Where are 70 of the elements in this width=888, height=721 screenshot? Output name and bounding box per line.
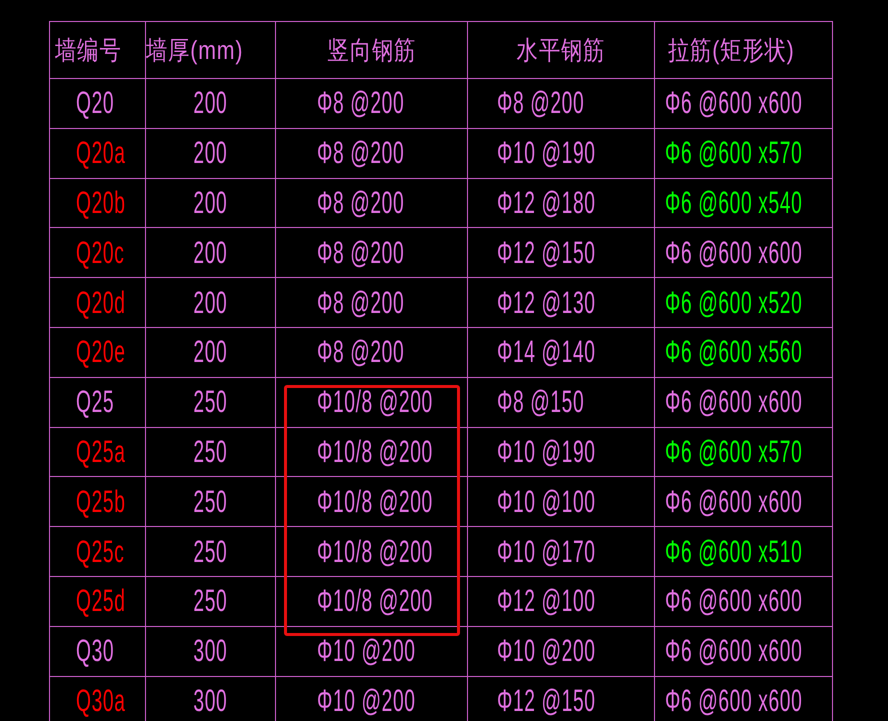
horizontal-rebar: Φ10 @200 (497, 633, 596, 670)
vertical-rebar: Φ8 @200 (317, 135, 404, 172)
wall-id: Q25d (76, 583, 126, 620)
wall-id: Q20b (76, 184, 126, 221)
vertical-rebar: Φ8 @200 (317, 334, 404, 370)
vertical-rebar: Φ10/8 @200 (317, 534, 433, 570)
vertical-rebar: Φ10/8 @200 (317, 583, 433, 620)
wall-id: Q30a (76, 682, 126, 719)
tie-rebar: Φ6 @600 x570 (665, 135, 802, 172)
wall-thickness: 200 (194, 135, 228, 172)
horizontal-rebar: Φ12 @180 (497, 184, 596, 221)
horizontal-rebar: Φ14 @140 (497, 334, 596, 370)
wall-thickness: 250 (194, 484, 228, 520)
wall-thickness: 250 (194, 384, 228, 420)
tie-rebar: Φ6 @600 x600 (665, 583, 802, 620)
horizontal-rebar: Φ8 @150 (497, 384, 584, 420)
horizontal-rebar: Φ12 @150 (497, 682, 596, 719)
horizontal-rebar: Φ12 @130 (497, 284, 596, 321)
wall-thickness: 200 (194, 184, 228, 221)
column-header: 拉筋(矩形状) (668, 34, 795, 66)
tie-rebar: Φ6 @600 x510 (665, 534, 802, 570)
vertical-rebar: Φ8 @200 (317, 284, 404, 321)
tie-rebar: Φ6 @600 x600 (665, 682, 802, 719)
vertical-rebar: Φ10/8 @200 (317, 434, 433, 470)
wall-thickness: 250 (194, 583, 228, 620)
vertical-rebar: Φ10 @200 (317, 633, 416, 670)
column-header: 墙编号 (55, 34, 122, 66)
wall-id: Q20d (76, 284, 126, 321)
wall-thickness: 200 (194, 234, 228, 271)
wall-id: Q20 (76, 85, 114, 122)
horizontal-rebar: Φ8 @200 (497, 85, 584, 122)
wall-thickness: 300 (194, 682, 228, 719)
vertical-rebar: Φ10/8 @200 (317, 384, 433, 420)
vertical-rebar: Φ8 @200 (317, 85, 404, 122)
tie-rebar: Φ6 @600 x600 (665, 633, 802, 670)
horizontal-rebar: Φ10 @100 (497, 484, 596, 520)
tie-rebar: Φ6 @600 x570 (665, 434, 802, 470)
wall-id: Q20e (76, 334, 126, 370)
wall-id: Q25 (76, 384, 114, 420)
horizontal-rebar: Φ10 @170 (497, 534, 596, 570)
tie-rebar: Φ6 @600 x600 (665, 234, 802, 271)
tie-rebar: Φ6 @600 x600 (665, 384, 802, 420)
horizontal-rebar: Φ10 @190 (497, 434, 596, 470)
wall-thickness: 250 (194, 534, 228, 570)
horizontal-rebar: Φ12 @100 (497, 583, 596, 620)
wall-id: Q20a (76, 135, 126, 172)
wall-thickness: 200 (194, 85, 228, 122)
column-header: 竖向钢筋 (327, 34, 416, 66)
wall-id: Q25c (76, 534, 124, 570)
tie-rebar: Φ6 @600 x560 (665, 334, 802, 370)
wall-thickness: 200 (194, 334, 228, 370)
vertical-rebar: Φ10 @200 (317, 682, 416, 719)
tie-rebar: Φ6 @600 x540 (665, 184, 802, 221)
column-header: 墙厚(mm) (146, 34, 244, 66)
horizontal-rebar: Φ12 @150 (497, 234, 596, 271)
tie-rebar: Φ6 @600 x600 (665, 85, 802, 122)
vertical-rebar: Φ8 @200 (317, 184, 404, 221)
wall-thickness: 300 (194, 633, 228, 670)
tie-rebar: Φ6 @600 x600 (665, 484, 802, 520)
vertical-rebar: Φ10/8 @200 (317, 484, 433, 520)
wall-id: Q25b (76, 484, 126, 520)
wall-id: Q25a (76, 434, 126, 470)
wall-id: Q30 (76, 633, 114, 670)
wall-thickness: 200 (194, 284, 228, 321)
wall-thickness: 250 (194, 434, 228, 470)
horizontal-rebar: Φ10 @190 (497, 135, 596, 172)
vertical-rebar: Φ8 @200 (317, 234, 404, 271)
tie-rebar: Φ6 @600 x520 (665, 284, 802, 321)
wall-id: Q20c (76, 234, 124, 271)
column-header: 水平钢筋 (516, 34, 606, 66)
